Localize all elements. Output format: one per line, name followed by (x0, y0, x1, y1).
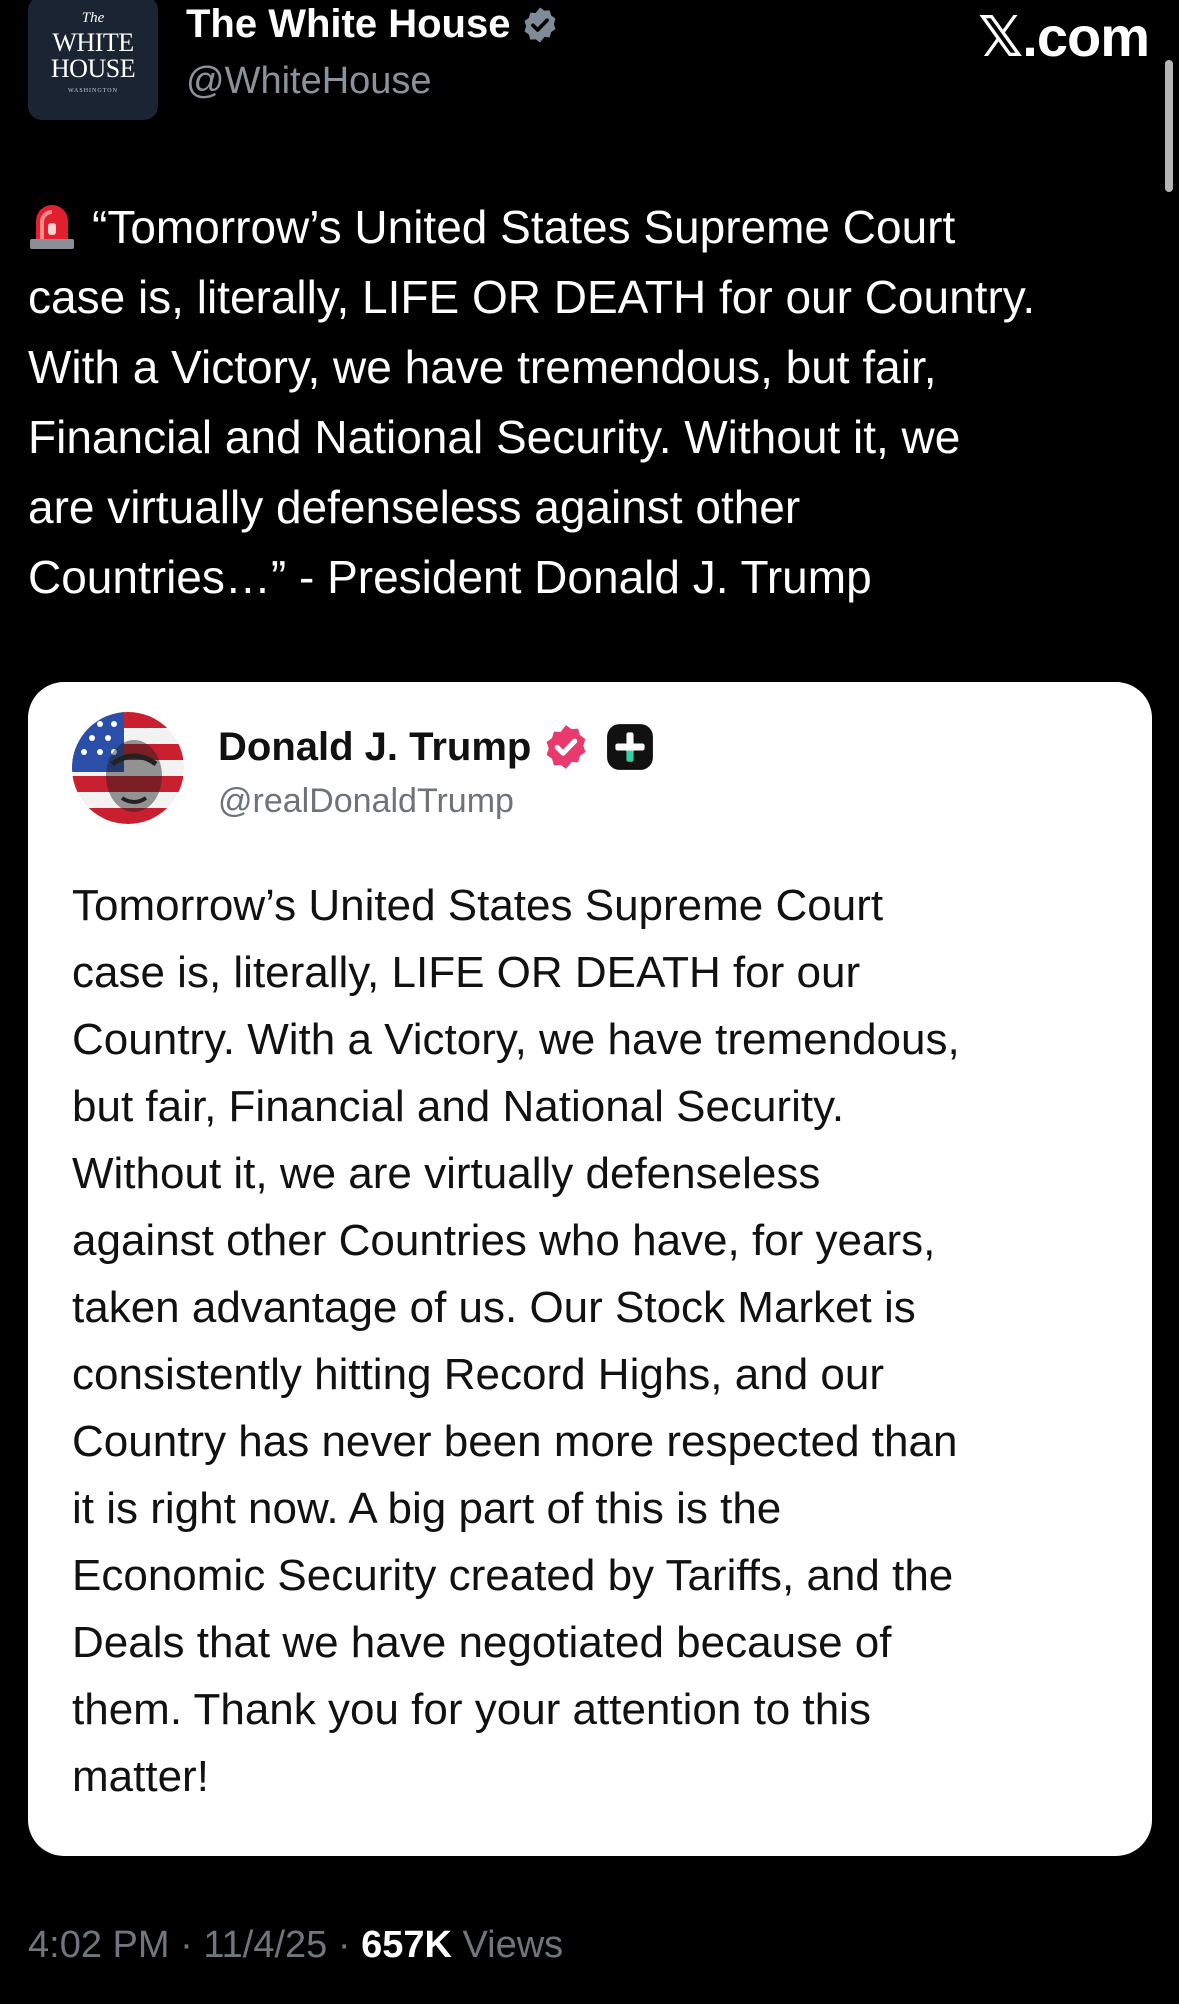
verified-badge-pink-icon (546, 725, 586, 769)
siren-icon (30, 205, 74, 249)
account-display-name[interactable]: The White House (186, 2, 560, 47)
meta-separator: · (327, 1924, 362, 1966)
account-handle[interactable]: @WhiteHouse (186, 60, 432, 103)
display-name-text: The White House (186, 2, 511, 46)
trump-avatar-image (72, 712, 184, 824)
post-date[interactable]: 11/4/25 (203, 1924, 327, 1966)
views-count[interactable]: 657K (361, 1924, 452, 1966)
post-text: “Tomorrow’s United States Supreme Court … (28, 201, 1036, 603)
plus-badge-icon (607, 724, 654, 770)
avatar-logo-line3: WASHINGTON (68, 88, 118, 94)
quoted-handle[interactable]: @realDonaldTrump (218, 782, 514, 821)
meta-separator: · (169, 1924, 204, 1966)
verified-badge-gray-icon (524, 7, 556, 42)
quoted-display-name[interactable]: Donald J. Trump (218, 722, 655, 772)
quoted-display-name-text: Donald J. Trump (218, 724, 532, 769)
post-time[interactable]: 4:02 PM (28, 1924, 170, 1966)
quoted-post-card[interactable]: Donald J. Trump @realDonaldTrump Tomorro… (28, 682, 1152, 1856)
quoted-post-text: Tomorrow’s United States Supreme Court c… (72, 881, 960, 1801)
scrollbar[interactable] (1165, 60, 1173, 192)
avatar-logo-line2: WHITE HOUSE (50, 28, 136, 83)
post-meta: 4:02 PM · 11/4/25 · 657K Views (28, 1924, 563, 1967)
avatar-logo-line1: The (81, 10, 105, 26)
site-label: 𝕏.com (978, 5, 1150, 68)
post-body: “Tomorrow’s United States Supreme Court … (28, 192, 1158, 612)
white-house-avatar[interactable]: The WHITE HOUSE WASHINGTON (28, 0, 158, 120)
trump-avatar[interactable] (72, 712, 184, 824)
views-label: Views (462, 1924, 564, 1966)
